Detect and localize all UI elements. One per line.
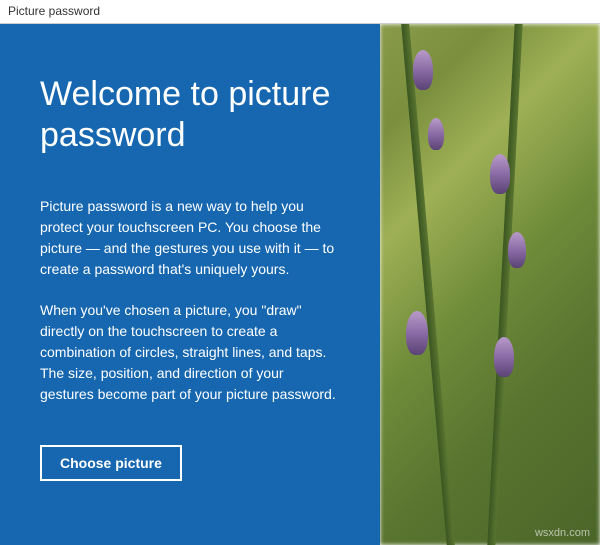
decorative-flower — [490, 154, 510, 194]
intro-paragraph-2: When you've chosen a picture, you "draw"… — [40, 300, 340, 405]
instructions-panel: Welcome to picture password Picture pass… — [0, 24, 380, 545]
content-area: Welcome to picture password Picture pass… — [0, 24, 600, 545]
decorative-flower — [413, 50, 433, 90]
choose-picture-button[interactable]: Choose picture — [40, 445, 182, 481]
watermark-text: wsxdn.com — [535, 527, 590, 539]
decorative-flower — [494, 337, 514, 377]
page-heading: Welcome to picture password — [40, 74, 340, 156]
decorative-flower — [428, 118, 444, 150]
intro-paragraph-1: Picture password is a new way to help yo… — [40, 196, 340, 280]
picture-preview-panel — [380, 24, 600, 545]
window-titlebar: Picture password — [0, 0, 600, 24]
decorative-flower — [508, 232, 526, 268]
picture-password-window: Picture password Welcome to picture pass… — [0, 0, 600, 545]
window-title: Picture password — [8, 4, 100, 18]
decorative-flower — [406, 311, 428, 355]
